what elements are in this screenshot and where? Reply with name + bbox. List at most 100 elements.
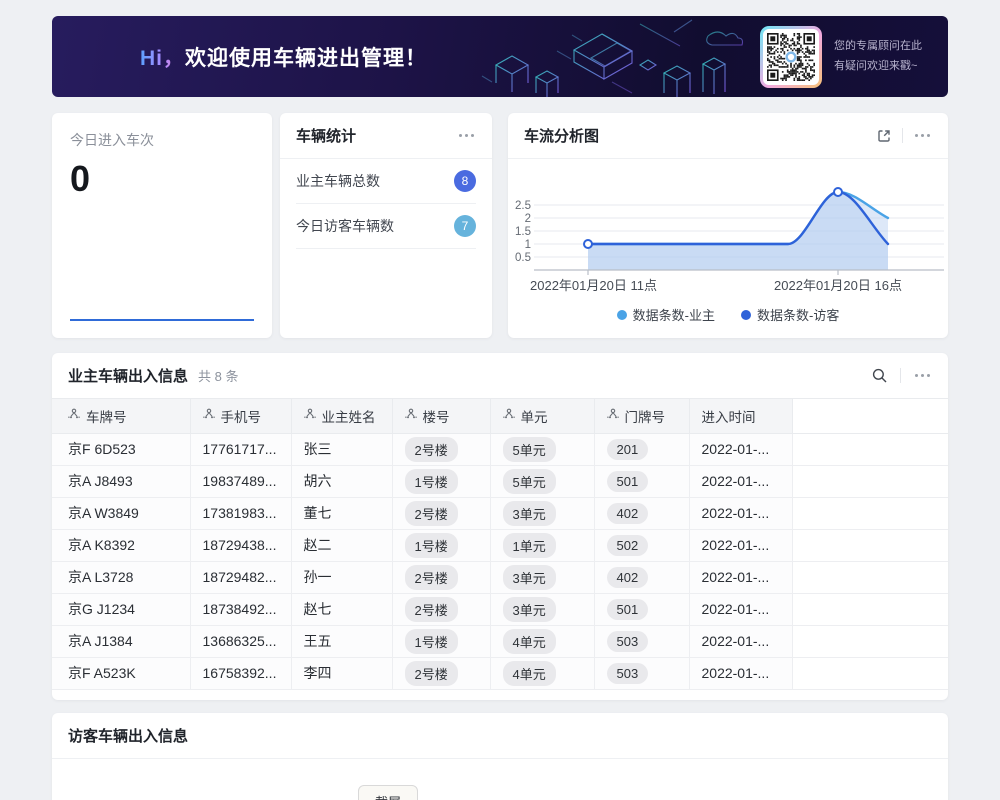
- tag: 501: [607, 599, 649, 620]
- cell-entry-time: 2022-01-...: [689, 497, 792, 529]
- tag: 5单元: [503, 437, 556, 462]
- hierarchy-icon: [68, 408, 80, 423]
- cell-filler: [792, 529, 948, 561]
- cell-door: 201: [594, 433, 689, 465]
- tag: 2号楼: [405, 437, 458, 462]
- chart-legend: 数据条数-业主 数据条数-访客: [508, 305, 948, 324]
- legend-label: 数据条数-访客: [757, 305, 839, 324]
- cell-owner-name: 李四: [291, 657, 392, 689]
- cell-door: 503: [594, 657, 689, 689]
- cell-entry-time: 2022-01-...: [689, 465, 792, 497]
- stat-count-badge: 8: [454, 170, 476, 192]
- cell-plate: 京A J1384: [52, 625, 190, 657]
- legend-item[interactable]: 数据条数-访客: [741, 305, 839, 324]
- column-header-7[interactable]: 进入时间: [689, 399, 792, 433]
- table-row[interactable]: 京F A523K16758392...李四2号楼4单元5032022-01-..…: [52, 657, 948, 689]
- screenshot-button[interactable]: 截屏: [358, 785, 418, 800]
- table-row[interactable]: 京A L372818729482...孙一2号楼3单元4022022-01-..…: [52, 561, 948, 593]
- tag: 3单元: [503, 565, 556, 590]
- tag: 2号楼: [405, 565, 458, 590]
- search-icon[interactable]: [871, 367, 888, 384]
- more-menu-icon[interactable]: [913, 130, 932, 141]
- cell-plate: 京A K8392: [52, 529, 190, 561]
- table-row[interactable]: 京A J849319837489...胡六1号楼5单元5012022-01-..…: [52, 465, 948, 497]
- cell-plate: 京G J1234: [52, 593, 190, 625]
- tag: 402: [607, 567, 649, 588]
- qr-frame: [760, 26, 822, 88]
- cell-entry-time: 2022-01-...: [689, 657, 792, 689]
- hierarchy-icon: [304, 408, 316, 423]
- stat-row: 今日访客车辆数 7: [296, 204, 476, 249]
- tag: 501: [607, 471, 649, 492]
- table-row[interactable]: 京A J138413686325...王五 1号楼 4单元 503 2022-01-..…: [52, 625, 948, 657]
- cell-unit: 3单元: [490, 497, 594, 529]
- traffic-chart-card: 车流分析图 0.511.522.52022年01月20日 11点2022年01月…: [508, 113, 948, 338]
- cell-door: 502: [594, 529, 689, 561]
- today-entry-label: 今日进入车次: [70, 130, 254, 150]
- expand-icon[interactable]: [876, 128, 892, 144]
- cell-door: 503: [594, 625, 689, 657]
- cell-filler: [792, 561, 948, 593]
- table-row[interactable]: 京A K839218729438...赵二1号楼1单元5022022-01-..…: [52, 529, 948, 561]
- stat-count-badge: 7: [454, 215, 476, 237]
- svg-text:0.5: 0.5: [515, 252, 531, 264]
- svg-text:1.5: 1.5: [515, 226, 531, 238]
- tag: 1号楼: [405, 629, 458, 654]
- table-row[interactable]: 京A W384917381983...董七2号楼3单元4022022-01-..…: [52, 497, 948, 529]
- column-header-5[interactable]: 单元: [490, 399, 594, 433]
- cell-building: 2号楼: [392, 561, 490, 593]
- table-row[interactable]: 京F 6D52317761717...张三2号楼5单元2012022-01-..…: [52, 433, 948, 465]
- legend-dot: [617, 310, 627, 320]
- cell-building: 2号楼: [392, 593, 490, 625]
- tag: 2号楼: [405, 597, 458, 622]
- cell-unit: 5单元: [490, 465, 594, 497]
- cell-owner-name: 张三: [291, 433, 392, 465]
- more-menu-icon[interactable]: [913, 370, 932, 381]
- qr-code: [767, 33, 815, 81]
- cell-building: 2号楼: [392, 657, 490, 689]
- welcome-banner: Hi，欢迎使用车辆进出管理！ 您的专属顾问在此: [52, 16, 948, 97]
- cell-filler: [792, 593, 948, 625]
- cell-phone: 13686325...: [190, 625, 291, 657]
- column-header-2[interactable]: 手机号: [190, 399, 291, 433]
- qr-caption: 您的专属顾问在此 有疑问欢迎来戳~: [834, 37, 922, 77]
- hierarchy-icon: [607, 408, 619, 423]
- more-menu-icon[interactable]: [457, 130, 476, 141]
- cell-entry-time: 2022-01-...: [689, 625, 792, 657]
- cell-unit: 5单元: [490, 433, 594, 465]
- cell-unit: 3单元: [490, 593, 594, 625]
- cell-filler: [792, 465, 948, 497]
- cell-unit: 4单元: [490, 625, 594, 657]
- owner-table-card: 业主车辆出入信息 共 8 条 车牌号手机号业主姓名楼号单元门牌号进入时间 京F …: [52, 353, 948, 700]
- accent-underline: [70, 319, 254, 321]
- vehicle-stats-title: 车辆统计: [296, 125, 356, 146]
- cell-owner-name: 王五: [291, 625, 392, 657]
- stat-row-label: 今日访客车辆数: [296, 216, 394, 236]
- divider: [902, 128, 903, 143]
- cell-entry-time: 2022-01-...: [689, 593, 792, 625]
- column-header-1[interactable]: 车牌号: [52, 399, 190, 433]
- cell-door: 402: [594, 497, 689, 529]
- column-header-6[interactable]: 门牌号: [594, 399, 689, 433]
- cell-door: 501: [594, 593, 689, 625]
- legend-item[interactable]: 数据条数-业主: [617, 305, 715, 324]
- table-row[interactable]: 京G J123418738492...赵七2号楼3单元5012022-01-..…: [52, 593, 948, 625]
- cell-building: 1号楼: [392, 625, 490, 657]
- cell-door: 501: [594, 465, 689, 497]
- tag: 503: [607, 631, 649, 652]
- owner-table-title: 业主车辆出入信息: [68, 365, 188, 386]
- cell-entry-time: 2022-01-...: [689, 561, 792, 593]
- vehicle-stats-card: 车辆统计 业主车辆总数 8 今日访客车辆数 7: [280, 113, 492, 338]
- banner-qr-section: 您的专属顾问在此 有疑问欢迎来戳~: [760, 16, 922, 97]
- visitor-table-card: 访客车辆出入信息 截屏: [52, 713, 948, 800]
- cell-phone: 18729482...: [190, 561, 291, 593]
- cell-entry-time: 2022-01-...: [689, 529, 792, 561]
- column-header-3[interactable]: 业主姓名: [291, 399, 392, 433]
- stat-row-label: 业主车辆总数: [296, 171, 380, 191]
- tag: 201: [607, 439, 649, 460]
- cell-filler: [792, 657, 948, 689]
- cell-filler: [792, 625, 948, 657]
- cell-building: 1号楼: [392, 529, 490, 561]
- tag: 2号楼: [405, 501, 458, 526]
- column-header-4[interactable]: 楼号: [392, 399, 490, 433]
